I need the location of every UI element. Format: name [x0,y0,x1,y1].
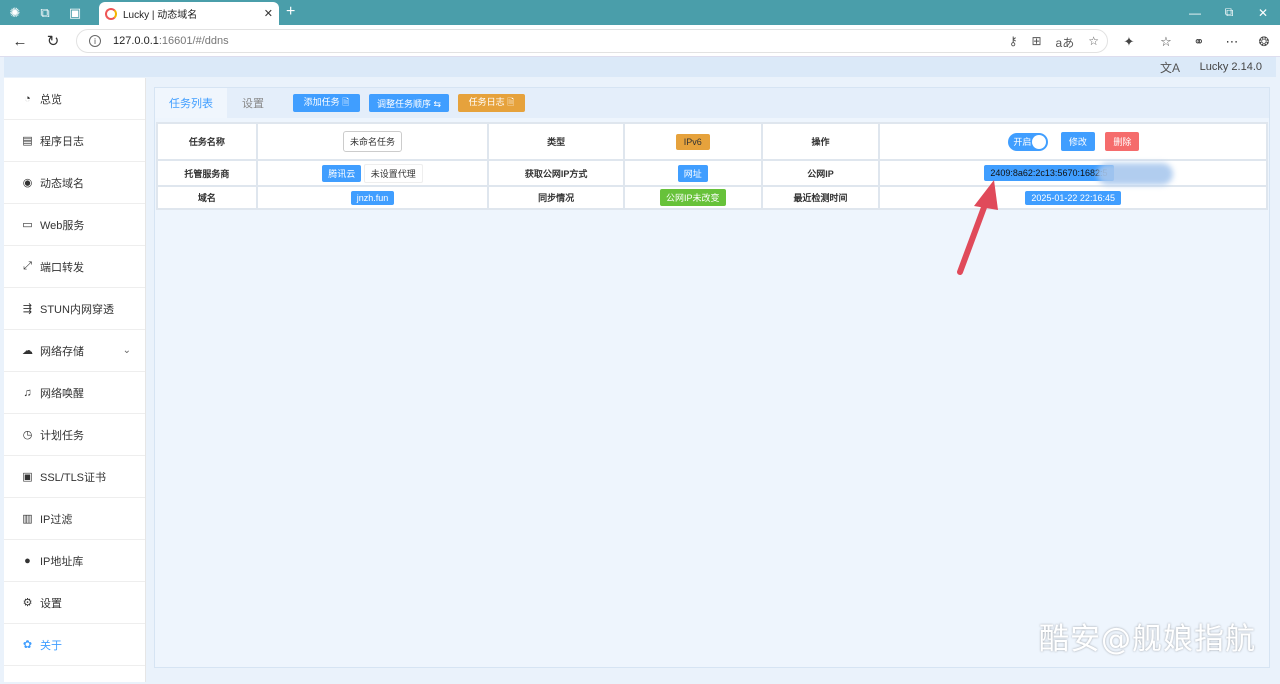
annotation-arrow-icon [957,180,998,275]
watermark: 酷安@舰娘指航 [1039,622,1256,657]
